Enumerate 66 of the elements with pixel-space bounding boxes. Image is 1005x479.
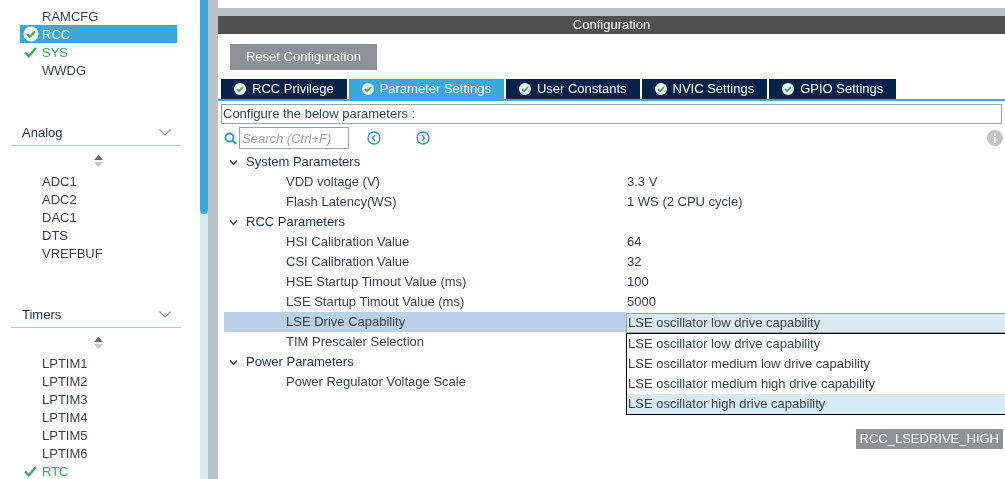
check-circle-icon xyxy=(654,83,667,95)
sidebar-item[interactable]: VREFBUF xyxy=(20,244,177,262)
tooltip: RCC_LSEDRIVE_HIGH xyxy=(855,429,1003,449)
chevron-down-icon[interactable] xyxy=(159,129,171,136)
chevron-icon[interactable] xyxy=(229,217,238,227)
sidebar-item[interactable]: LPTIM6 xyxy=(20,444,177,462)
sidebar-item[interactable]: ADC1 xyxy=(20,172,177,190)
sidebar-item[interactable]: DAC1 xyxy=(20,208,177,226)
category-title[interactable]: Timers xyxy=(22,304,62,325)
parameter-name[interactable]: LSE Startup Timout Value (ms) xyxy=(224,292,626,312)
parameter-value: 32 xyxy=(627,253,642,272)
tab[interactable]: NVIC Settings xyxy=(641,79,768,99)
parameter-name[interactable]: VDD voltage (V) xyxy=(224,172,626,192)
sidebar-item[interactable]: RAMCFG xyxy=(20,7,177,25)
group-label[interactable]: System Parameters xyxy=(246,152,361,172)
parameter-name[interactable]: TIM Prescaler Selection xyxy=(224,332,626,352)
dropdown-option[interactable]: LSE oscillator medium low drive capability xyxy=(627,354,1005,374)
sidebar-item[interactable]: LPTIM2 xyxy=(20,372,177,390)
sidebar-item[interactable]: LPTIM4 xyxy=(20,408,177,426)
parameter-value: 3.3 V xyxy=(627,173,658,192)
sort-icon[interactable] xyxy=(94,155,103,167)
parameter-value: 64 xyxy=(627,233,642,252)
sort-icon[interactable] xyxy=(94,337,103,349)
scrollbar-thumb[interactable] xyxy=(200,0,208,214)
dropdown-field[interactable]: LSE oscillator low drive capability xyxy=(626,313,1005,333)
tab[interactable]: User Constants xyxy=(505,79,640,99)
tab[interactable]: RCC Privilege xyxy=(221,79,347,99)
parameter-name[interactable]: HSI Calibration Value xyxy=(224,232,626,252)
parameter-name[interactable]: Flash Latency(WS) xyxy=(224,192,626,212)
sidebar-item[interactable]: DTS xyxy=(20,226,177,244)
parameter-value: 1 WS (2 CPU cycle) xyxy=(627,193,743,212)
panel-header: Configuration xyxy=(218,16,1005,34)
instruction-text: Configure the below parameters : xyxy=(221,104,1002,124)
tab[interactable]: GPIO Settings xyxy=(769,79,897,99)
dropdown-option[interactable]: LSE oscillator medium high drive capability xyxy=(627,374,1005,394)
parameter-value: 100 xyxy=(627,273,649,292)
sidebar-item[interactable]: WWDG xyxy=(20,61,177,79)
previous-icon[interactable] xyxy=(367,131,381,145)
category-title[interactable]: Analog xyxy=(22,122,63,143)
sidebar-item[interactable]: ADC2 xyxy=(20,190,177,208)
parameter-value: 5000 xyxy=(627,293,656,312)
search-icon xyxy=(224,131,237,145)
check-circle-icon xyxy=(234,83,246,95)
parameter-name[interactable]: Power Regulator Voltage Scale xyxy=(224,372,626,392)
parameter-name[interactable]: LSE Drive Capability xyxy=(224,312,626,332)
dropdown-option[interactable]: LSE oscillator high drive capability xyxy=(627,394,1005,414)
check-circle-icon xyxy=(518,83,531,95)
sidebar-item[interactable]: LPTIM1 xyxy=(20,354,177,372)
group-label[interactable]: RCC Parameters xyxy=(246,212,345,232)
sidebar-item[interactable]: LPTIM3 xyxy=(20,390,177,408)
chevron-icon[interactable] xyxy=(229,157,238,167)
chevron-icon[interactable] xyxy=(229,357,238,367)
checkmark-icon xyxy=(24,465,37,477)
check-circle-icon xyxy=(361,83,374,95)
sidebar-item[interactable]: LPTIM5 xyxy=(20,426,177,444)
chevron-down-icon[interactable] xyxy=(159,311,171,318)
parameter-name[interactable]: CSI Calibration Value xyxy=(224,252,626,272)
check-circle-icon xyxy=(782,83,795,95)
search-field[interactable]: Search (Ctrl+F) xyxy=(239,127,349,149)
next-icon[interactable] xyxy=(416,131,430,145)
group-label[interactable]: Power Parameters xyxy=(246,352,354,372)
checkmark-icon xyxy=(24,46,37,58)
parameter-name[interactable]: HSE Startup Timout Value (ms) xyxy=(224,272,626,292)
scrollbar-track[interactable] xyxy=(200,0,208,479)
check-circle-icon xyxy=(22,26,39,42)
dropdown-option[interactable]: LSE oscillator low drive capability xyxy=(627,334,1005,354)
